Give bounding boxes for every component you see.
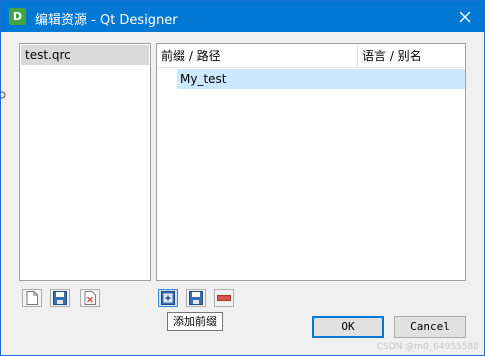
close-button[interactable] xyxy=(446,1,484,32)
remove-resource-file-button[interactable] xyxy=(80,289,100,307)
new-resource-file-button[interactable] xyxy=(22,289,42,307)
header-language-alias[interactable]: 语言 / 别名 xyxy=(362,45,422,67)
title-bar[interactable]: D 编辑资源 - Qt Designer xyxy=(1,1,484,32)
add-prefix-button[interactable] xyxy=(158,289,178,307)
remove-file-icon xyxy=(84,291,96,305)
add-prefix-icon xyxy=(161,291,175,305)
qt-designer-app-icon: D xyxy=(9,8,26,25)
window-title: 编辑资源 - Qt Designer xyxy=(35,13,178,28)
cancel-button[interactable]: Cancel xyxy=(394,316,466,338)
resource-tree[interactable]: 前缀 / 路径 语言 / 别名 My_test xyxy=(156,43,466,281)
edit-resources-dialog: D 编辑资源 - Qt Designer test.qrc 前缀 / 路径 语言… xyxy=(0,0,485,356)
add-files-icon xyxy=(189,291,203,305)
partial-background-glyph xyxy=(1,91,6,99)
csdn-watermark: CSDN @m0_64955588 xyxy=(376,342,479,352)
open-resource-file-button[interactable] xyxy=(50,289,70,307)
header-separator xyxy=(357,45,358,67)
header-prefix-path[interactable]: 前缀 / 路径 xyxy=(161,45,221,67)
resource-file-item[interactable]: test.qrc xyxy=(21,45,149,65)
prefix-row-my-test[interactable]: My_test xyxy=(177,69,465,89)
ok-button[interactable]: OK xyxy=(312,316,384,338)
minus-icon xyxy=(217,295,231,301)
add-prefix-tooltip: 添加前缀 xyxy=(167,312,223,331)
close-icon xyxy=(459,11,471,22)
tree-header: 前缀 / 路径 语言 / 别名 xyxy=(158,45,464,68)
remove-item-button[interactable] xyxy=(214,289,234,307)
add-files-button[interactable] xyxy=(186,289,206,307)
resource-file-list[interactable]: test.qrc xyxy=(19,43,151,281)
save-icon xyxy=(53,291,67,305)
new-file-icon xyxy=(26,291,38,305)
